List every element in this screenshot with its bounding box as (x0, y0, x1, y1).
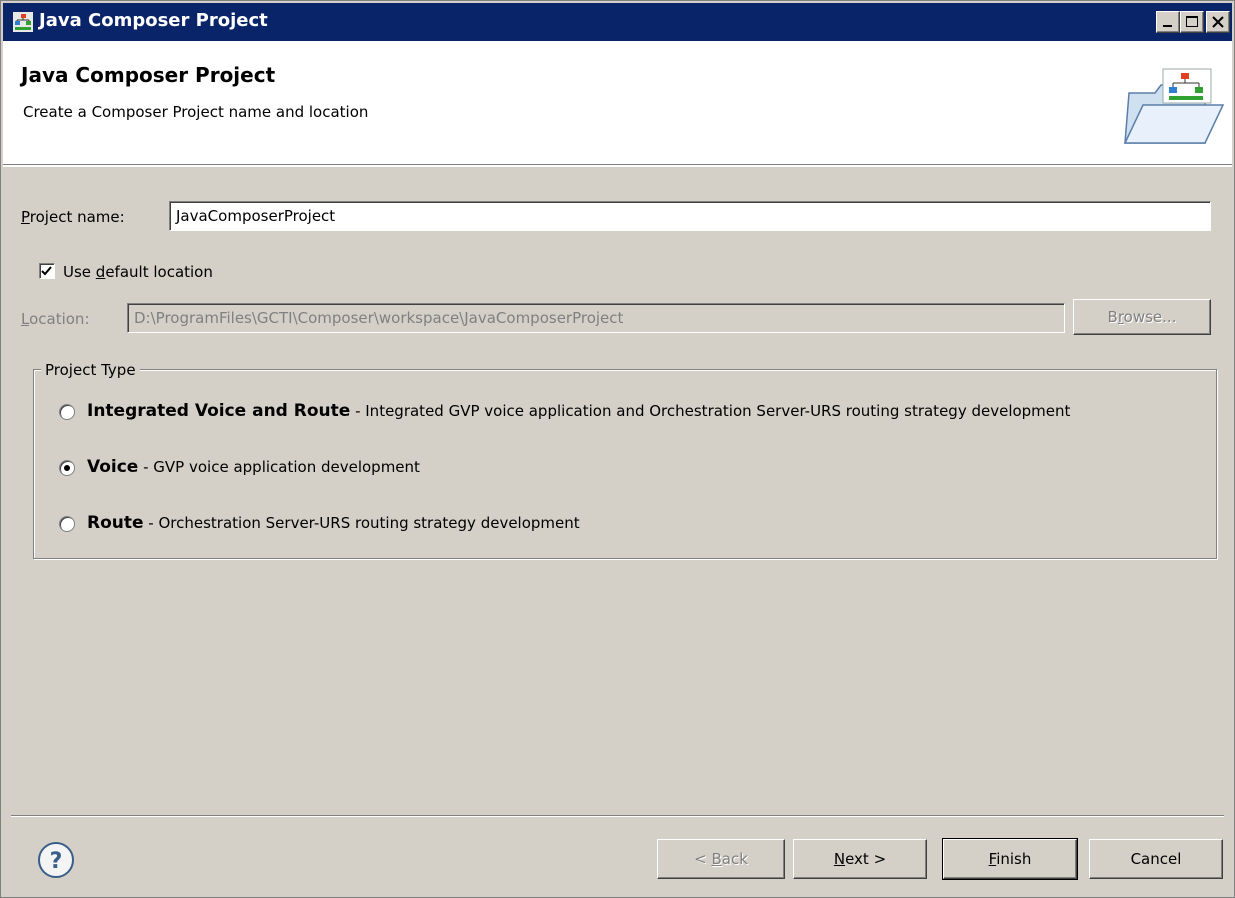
next-button[interactable]: Next > (793, 839, 927, 879)
project-type-legend: Project Type (41, 361, 140, 379)
svg-text:?: ? (50, 849, 63, 874)
radio-selected-dot (64, 465, 70, 471)
close-icon (1212, 16, 1224, 28)
use-default-location-label[interactable]: Use default location (63, 263, 213, 281)
title-bar[interactable]: Java Composer Project (3, 3, 1232, 41)
checkmark-icon (41, 266, 52, 276)
page-title: Java Composer Project (21, 63, 276, 87)
location-input[interactable]: D:\ProgramFiles\GCTI\Composer\workspace\… (127, 303, 1065, 333)
minimize-button[interactable] (1156, 11, 1180, 33)
project-name-label: Project name: (21, 208, 125, 226)
option-route[interactable]: Route - Orchestration Server-URS routing… (87, 513, 580, 533)
page-description: Create a Composer Project name and locat… (23, 103, 369, 121)
cancel-button[interactable]: Cancel (1089, 839, 1223, 879)
use-default-location-checkbox[interactable] (39, 263, 55, 279)
wizard-app-icon (13, 12, 33, 32)
radio-integrated-voice-route[interactable] (59, 404, 75, 420)
window-title: Java Composer Project (39, 10, 268, 31)
location-label: Location: (21, 310, 90, 328)
help-icon[interactable]: ? (37, 841, 75, 879)
maximize-icon (1186, 16, 1198, 27)
close-button[interactable] (1206, 11, 1230, 33)
footer-separator (11, 815, 1224, 817)
minimize-icon (1163, 25, 1172, 27)
maximize-button[interactable] (1180, 11, 1204, 33)
back-button[interactable]: < Back (657, 839, 785, 879)
radio-route[interactable] (59, 516, 75, 532)
radio-voice[interactable] (59, 460, 75, 476)
wizard-banner: Java Composer Project Create a Composer … (3, 41, 1232, 165)
browse-button[interactable]: Browse... (1073, 299, 1211, 335)
wizard-dialog: Java Composer Project Java Composer Proj… (0, 0, 1235, 898)
option-voice[interactable]: Voice - GVP voice application developmen… (87, 457, 420, 477)
folder-icon (1123, 68, 1225, 144)
project-name-input[interactable]: JavaComposerProject (169, 201, 1211, 231)
option-integrated-voice-route[interactable]: Integrated Voice and Route - Integrated … (87, 401, 1070, 421)
finish-button[interactable]: Finish (942, 838, 1078, 880)
banner-separator (3, 165, 1232, 167)
